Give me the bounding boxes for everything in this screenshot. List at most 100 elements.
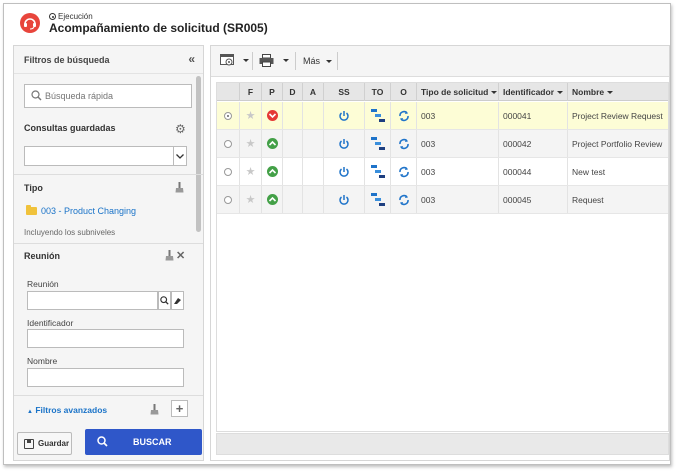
refresh-icon[interactable] bbox=[398, 166, 410, 178]
favorite-cell[interactable]: ★ bbox=[240, 186, 262, 213]
chevron-down-icon[interactable] bbox=[173, 146, 187, 166]
chevron-down-icon bbox=[491, 91, 498, 95]
power-icon[interactable] bbox=[338, 194, 350, 206]
status-cell[interactable] bbox=[324, 102, 365, 129]
workflow-icon[interactable] bbox=[370, 109, 385, 122]
gear-icon[interactable]: ⚙ bbox=[175, 122, 186, 136]
col-name[interactable]: Nombre bbox=[568, 83, 668, 101]
refresh-cell[interactable] bbox=[391, 186, 417, 213]
refresh-cell[interactable] bbox=[391, 130, 417, 157]
search-button[interactable]: BUSCAR bbox=[85, 429, 202, 455]
workflow-cell[interactable] bbox=[365, 158, 391, 185]
search-icon bbox=[31, 90, 42, 101]
star-icon[interactable]: ★ bbox=[246, 137, 256, 150]
star-icon[interactable]: ★ bbox=[246, 165, 256, 178]
type-filter-link[interactable]: 003 - Product Changing bbox=[26, 205, 136, 216]
grid-header: F P D A SS TO O Tipo de solicitud Identi… bbox=[217, 83, 668, 101]
workflow-icon[interactable] bbox=[370, 193, 385, 206]
workflow-icon[interactable] bbox=[370, 165, 385, 178]
breadcrumb-label: Ejecución bbox=[58, 12, 93, 21]
status-cell[interactable] bbox=[324, 186, 365, 213]
table-row[interactable]: ★ 003 000041 Project Review Request bbox=[217, 102, 668, 130]
broom-icon[interactable] bbox=[150, 404, 159, 418]
quick-search-input[interactable] bbox=[45, 88, 185, 104]
grid-footer bbox=[216, 433, 669, 455]
workflow-cell[interactable] bbox=[365, 130, 391, 157]
col-to[interactable]: TO bbox=[365, 83, 391, 101]
favorite-cell[interactable]: ★ bbox=[240, 102, 262, 129]
workflow-icon[interactable] bbox=[370, 137, 385, 150]
save-button[interactable]: Guardar bbox=[17, 432, 72, 455]
toolbar-separator bbox=[295, 52, 296, 70]
favorite-cell[interactable]: ★ bbox=[240, 130, 262, 157]
results-grid: F P D A SS TO O Tipo de solicitud Identi… bbox=[216, 82, 669, 432]
request-type-cell: 003 bbox=[417, 130, 499, 157]
refresh-icon[interactable] bbox=[398, 110, 410, 122]
row-select-cell[interactable] bbox=[217, 102, 240, 129]
saved-queries-select[interactable] bbox=[24, 146, 187, 166]
power-icon[interactable] bbox=[338, 138, 350, 150]
status-cell[interactable] bbox=[324, 130, 365, 157]
col-d[interactable]: D bbox=[283, 83, 303, 101]
quick-search-box[interactable] bbox=[24, 84, 192, 108]
broom-icon[interactable] bbox=[175, 182, 184, 196]
col-type[interactable]: Tipo de solicitud bbox=[417, 83, 499, 101]
row-select-cell[interactable] bbox=[217, 130, 240, 157]
meeting-field[interactable] bbox=[27, 291, 158, 310]
a-cell bbox=[303, 102, 324, 129]
star-icon[interactable]: ★ bbox=[246, 193, 256, 206]
col-p[interactable]: P bbox=[262, 83, 283, 101]
refresh-cell[interactable] bbox=[391, 102, 417, 129]
row-radio[interactable] bbox=[224, 167, 232, 176]
table-row[interactable]: ★ 003 000042 Project Portfolio Review bbox=[217, 130, 668, 158]
col-identifier[interactable]: Identificador bbox=[499, 83, 568, 101]
col-type-label: Tipo de solicitud bbox=[421, 87, 489, 97]
col-ss[interactable]: SS bbox=[324, 83, 365, 101]
results-panel: Más F P D A SS TO O Tipo de solicitud Id… bbox=[210, 45, 670, 461]
broom-icon[interactable] bbox=[165, 250, 174, 264]
row-select-cell[interactable] bbox=[217, 186, 240, 213]
status-cell[interactable] bbox=[324, 158, 365, 185]
row-radio[interactable] bbox=[224, 111, 232, 120]
request-type-cell: 003 bbox=[417, 102, 499, 129]
eraser-icon[interactable] bbox=[171, 291, 184, 310]
col-o[interactable]: O bbox=[391, 83, 417, 101]
name-field[interactable] bbox=[27, 368, 184, 387]
table-row[interactable]: ★ 003 000045 Request bbox=[217, 186, 668, 214]
priority-up-icon bbox=[266, 194, 278, 205]
favorite-cell[interactable]: ★ bbox=[240, 158, 262, 185]
double-chevron-left-icon[interactable]: « bbox=[188, 53, 195, 65]
identifier-cell: 000044 bbox=[499, 158, 568, 185]
priority-up-icon bbox=[266, 166, 278, 177]
col-f[interactable]: F bbox=[240, 83, 262, 101]
close-icon[interactable]: ✕ bbox=[176, 249, 185, 262]
row-radio[interactable] bbox=[224, 139, 232, 148]
d-cell bbox=[283, 186, 303, 213]
power-icon[interactable] bbox=[338, 166, 350, 178]
filter-panel-scrollbar[interactable] bbox=[196, 76, 201, 232]
table-row[interactable]: ★ 003 000044 New test bbox=[217, 158, 668, 186]
refresh-icon[interactable] bbox=[398, 138, 410, 150]
search-icon[interactable] bbox=[158, 291, 171, 310]
row-select-cell[interactable] bbox=[217, 158, 240, 185]
advanced-filters-bar: ▲ Filtros avanzados + bbox=[14, 395, 203, 423]
workflow-cell[interactable] bbox=[365, 102, 391, 129]
workflow-cell[interactable] bbox=[365, 186, 391, 213]
refresh-cell[interactable] bbox=[391, 158, 417, 185]
view-icon bbox=[220, 54, 234, 66]
a-cell bbox=[303, 186, 324, 213]
power-icon[interactable] bbox=[338, 110, 350, 122]
advanced-filters-link[interactable]: ▲ Filtros avanzados bbox=[27, 405, 107, 415]
col-a[interactable]: A bbox=[303, 83, 324, 101]
view-menu-button[interactable] bbox=[220, 54, 249, 67]
more-menu-button[interactable]: Más bbox=[303, 56, 333, 66]
meeting-field-label: Reunión bbox=[27, 279, 59, 289]
row-radio[interactable] bbox=[224, 195, 232, 204]
print-menu-button[interactable] bbox=[259, 54, 289, 67]
add-filter-button[interactable]: + bbox=[171, 400, 188, 417]
identifier-field[interactable] bbox=[27, 329, 184, 348]
refresh-icon[interactable] bbox=[398, 194, 410, 206]
star-icon[interactable]: ★ bbox=[246, 109, 256, 122]
breadcrumb: Ejecución bbox=[49, 12, 93, 21]
page-title: Acompañamiento de solicitud (SR005) bbox=[49, 21, 268, 35]
